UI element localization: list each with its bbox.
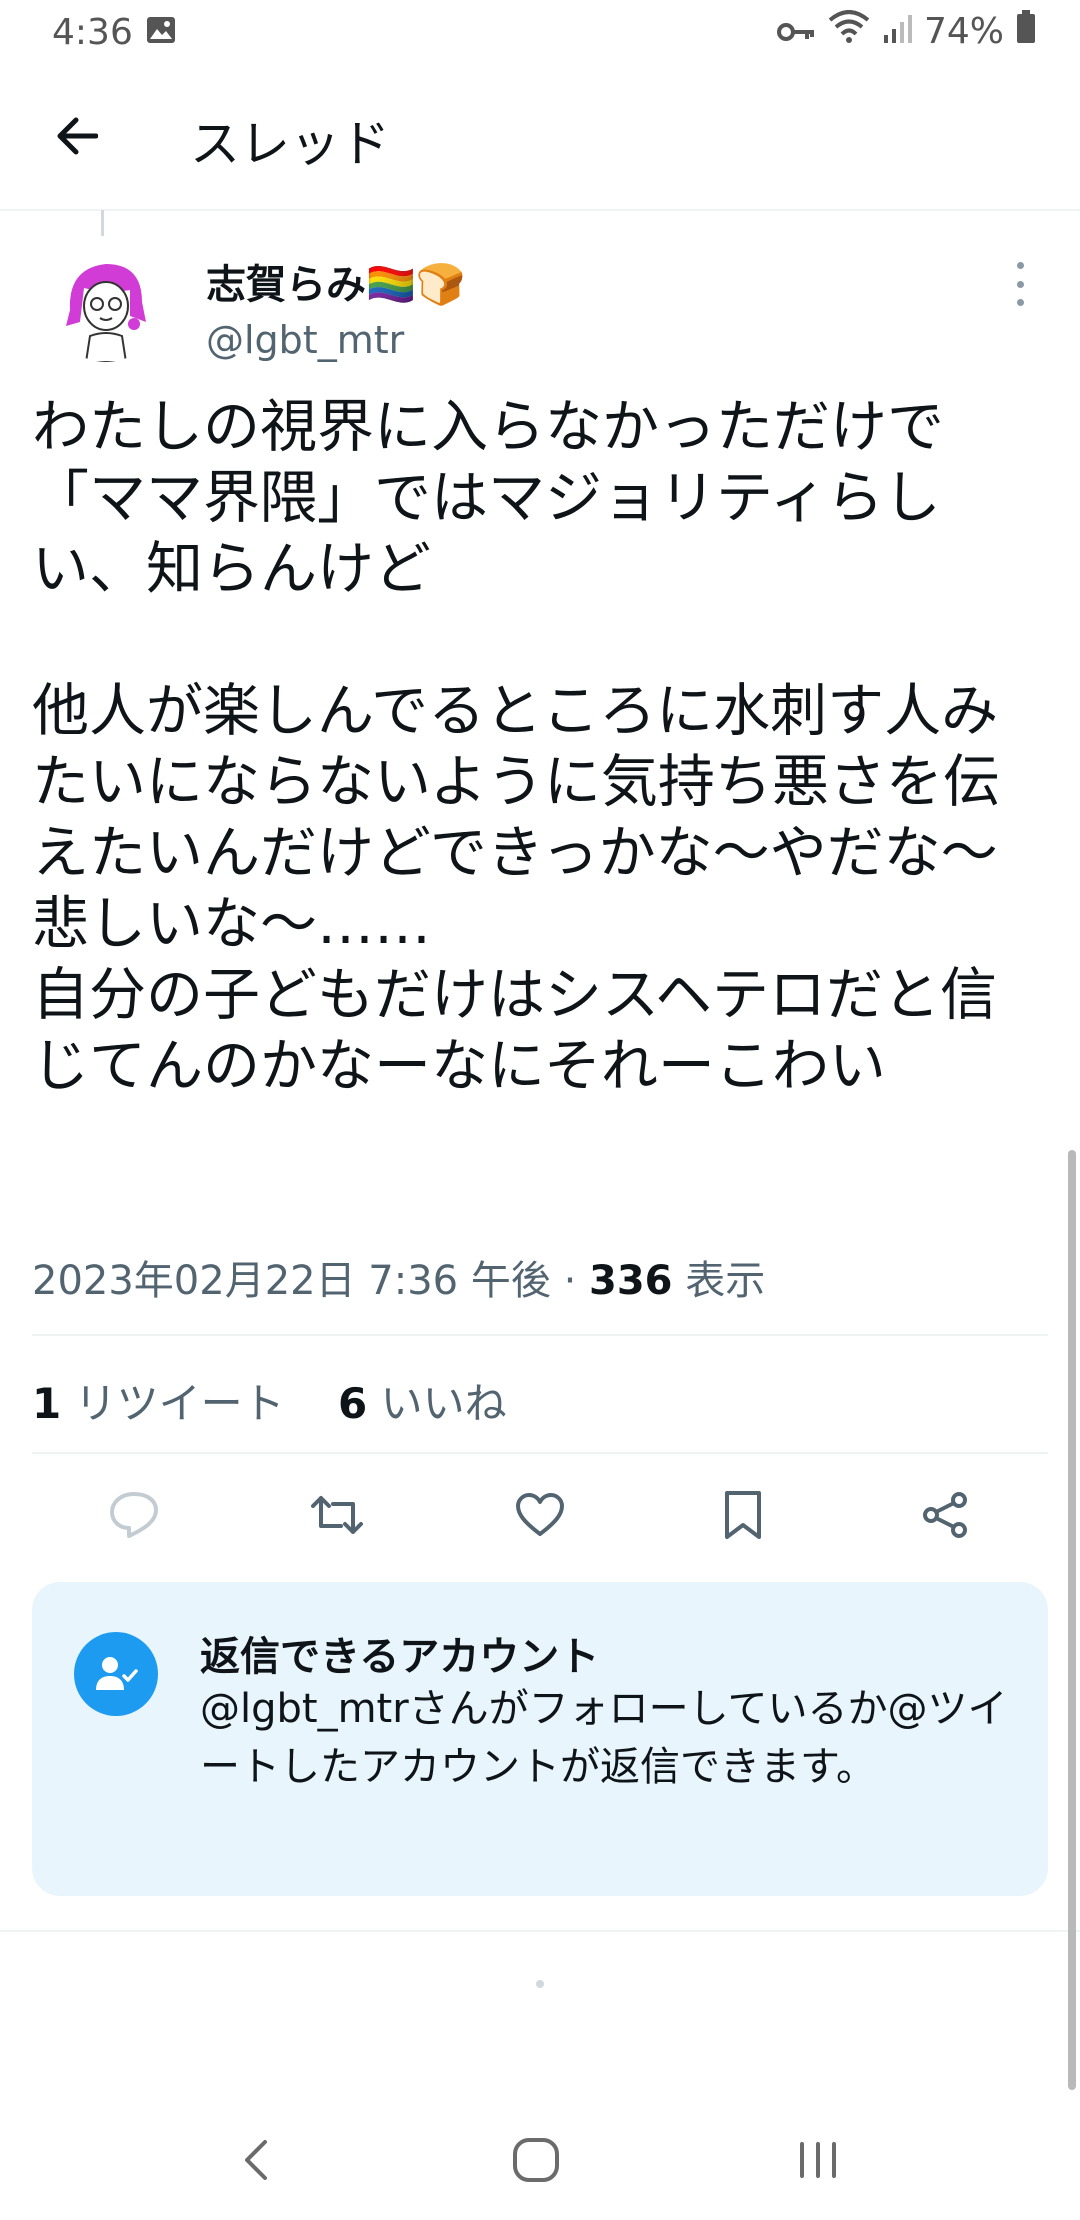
retweet-button[interactable] xyxy=(302,1480,372,1550)
reply-restriction-body: @lgbt_mtrさんがフォローしているか@ツイートしたアカウントが返信できます… xyxy=(200,1686,1008,1790)
status-time: 4:36 xyxy=(52,12,133,53)
bookmark-icon xyxy=(725,1491,762,1539)
meta-separator: · xyxy=(550,1258,590,1304)
divider xyxy=(32,1334,1048,1336)
display-name[interactable]: 志賀らみ🏳️‍🌈🍞 xyxy=(206,252,466,310)
tweet-timestamp[interactable]: 2023年02月22日 7:36 午後 xyxy=(32,1258,551,1304)
user-handle[interactable]: @lgbt_mtr xyxy=(206,318,404,362)
divider xyxy=(32,1452,1048,1454)
tweet-text: わたしの視界に入らなかっただけで「ママ界隈」ではマジョリティらしい、知らんけど … xyxy=(32,394,1000,1099)
nav-recents-button[interactable] xyxy=(778,2120,858,2200)
share-icon xyxy=(923,1492,968,1538)
recents-icon xyxy=(800,2142,836,2178)
name-emojis: 🏳️‍🌈🍞 xyxy=(366,262,466,308)
retweet-count: 1 xyxy=(32,1379,62,1428)
share-button[interactable] xyxy=(911,1480,981,1550)
reply-icon xyxy=(109,1492,158,1538)
display-name-text: 志賀らみ xyxy=(206,262,366,308)
more-dots-icon xyxy=(1016,262,1024,269)
retweet-stat[interactable]: 1 リツイート xyxy=(32,1379,285,1428)
page-title: スレッド xyxy=(190,115,390,173)
user-check-icon xyxy=(96,1657,138,1690)
reply-restriction-icon xyxy=(74,1632,158,1716)
thread-connector-line xyxy=(101,210,104,236)
engagement-stats: 1 リツイート 6 いいね xyxy=(32,1370,507,1431)
chevron-left-icon xyxy=(245,2140,267,2180)
back-button[interactable] xyxy=(48,108,104,164)
more-dot xyxy=(1016,280,1024,288)
reply-button[interactable] xyxy=(99,1480,169,1550)
retweet-icon xyxy=(310,1496,363,1534)
vpn-key-icon xyxy=(776,11,816,52)
reply-restriction-title: 返信できるアカウント xyxy=(200,1634,600,1680)
arrow-left-icon xyxy=(57,117,98,155)
action-bar xyxy=(32,1480,1048,1550)
avatar[interactable] xyxy=(50,250,162,362)
more-dot xyxy=(1016,299,1024,306)
wifi-icon xyxy=(828,10,870,53)
header-divider xyxy=(0,209,1080,211)
gallery-notification-icon xyxy=(146,16,176,44)
home-icon xyxy=(513,2138,559,2182)
loading-dot xyxy=(536,1980,544,1988)
nav-back-button[interactable] xyxy=(216,2120,296,2200)
views-count: 336 xyxy=(589,1258,673,1304)
divider xyxy=(0,1930,1080,1932)
retweet-label: リツイート xyxy=(74,1379,285,1428)
like-count: 6 xyxy=(338,1379,368,1428)
more-options-button[interactable] xyxy=(1000,262,1040,306)
heart-icon xyxy=(515,1493,564,1536)
like-button[interactable] xyxy=(505,1480,575,1550)
views-label: 表示 xyxy=(685,1258,766,1304)
like-label: いいね xyxy=(380,1379,507,1428)
status-icons: 74% xyxy=(776,10,1036,53)
tweet-meta: 2023年02月22日 7:36 午後 · 336 表示 xyxy=(32,1248,765,1306)
bookmark-button[interactable] xyxy=(708,1480,778,1550)
battery-percent: 74% xyxy=(923,11,1004,52)
scrollbar[interactable] xyxy=(1068,1150,1076,2090)
signal-icon xyxy=(882,11,912,52)
battery-icon xyxy=(1016,10,1036,53)
like-stat[interactable]: 6 いいね xyxy=(338,1379,507,1428)
nav-home-button[interactable] xyxy=(496,2120,576,2200)
